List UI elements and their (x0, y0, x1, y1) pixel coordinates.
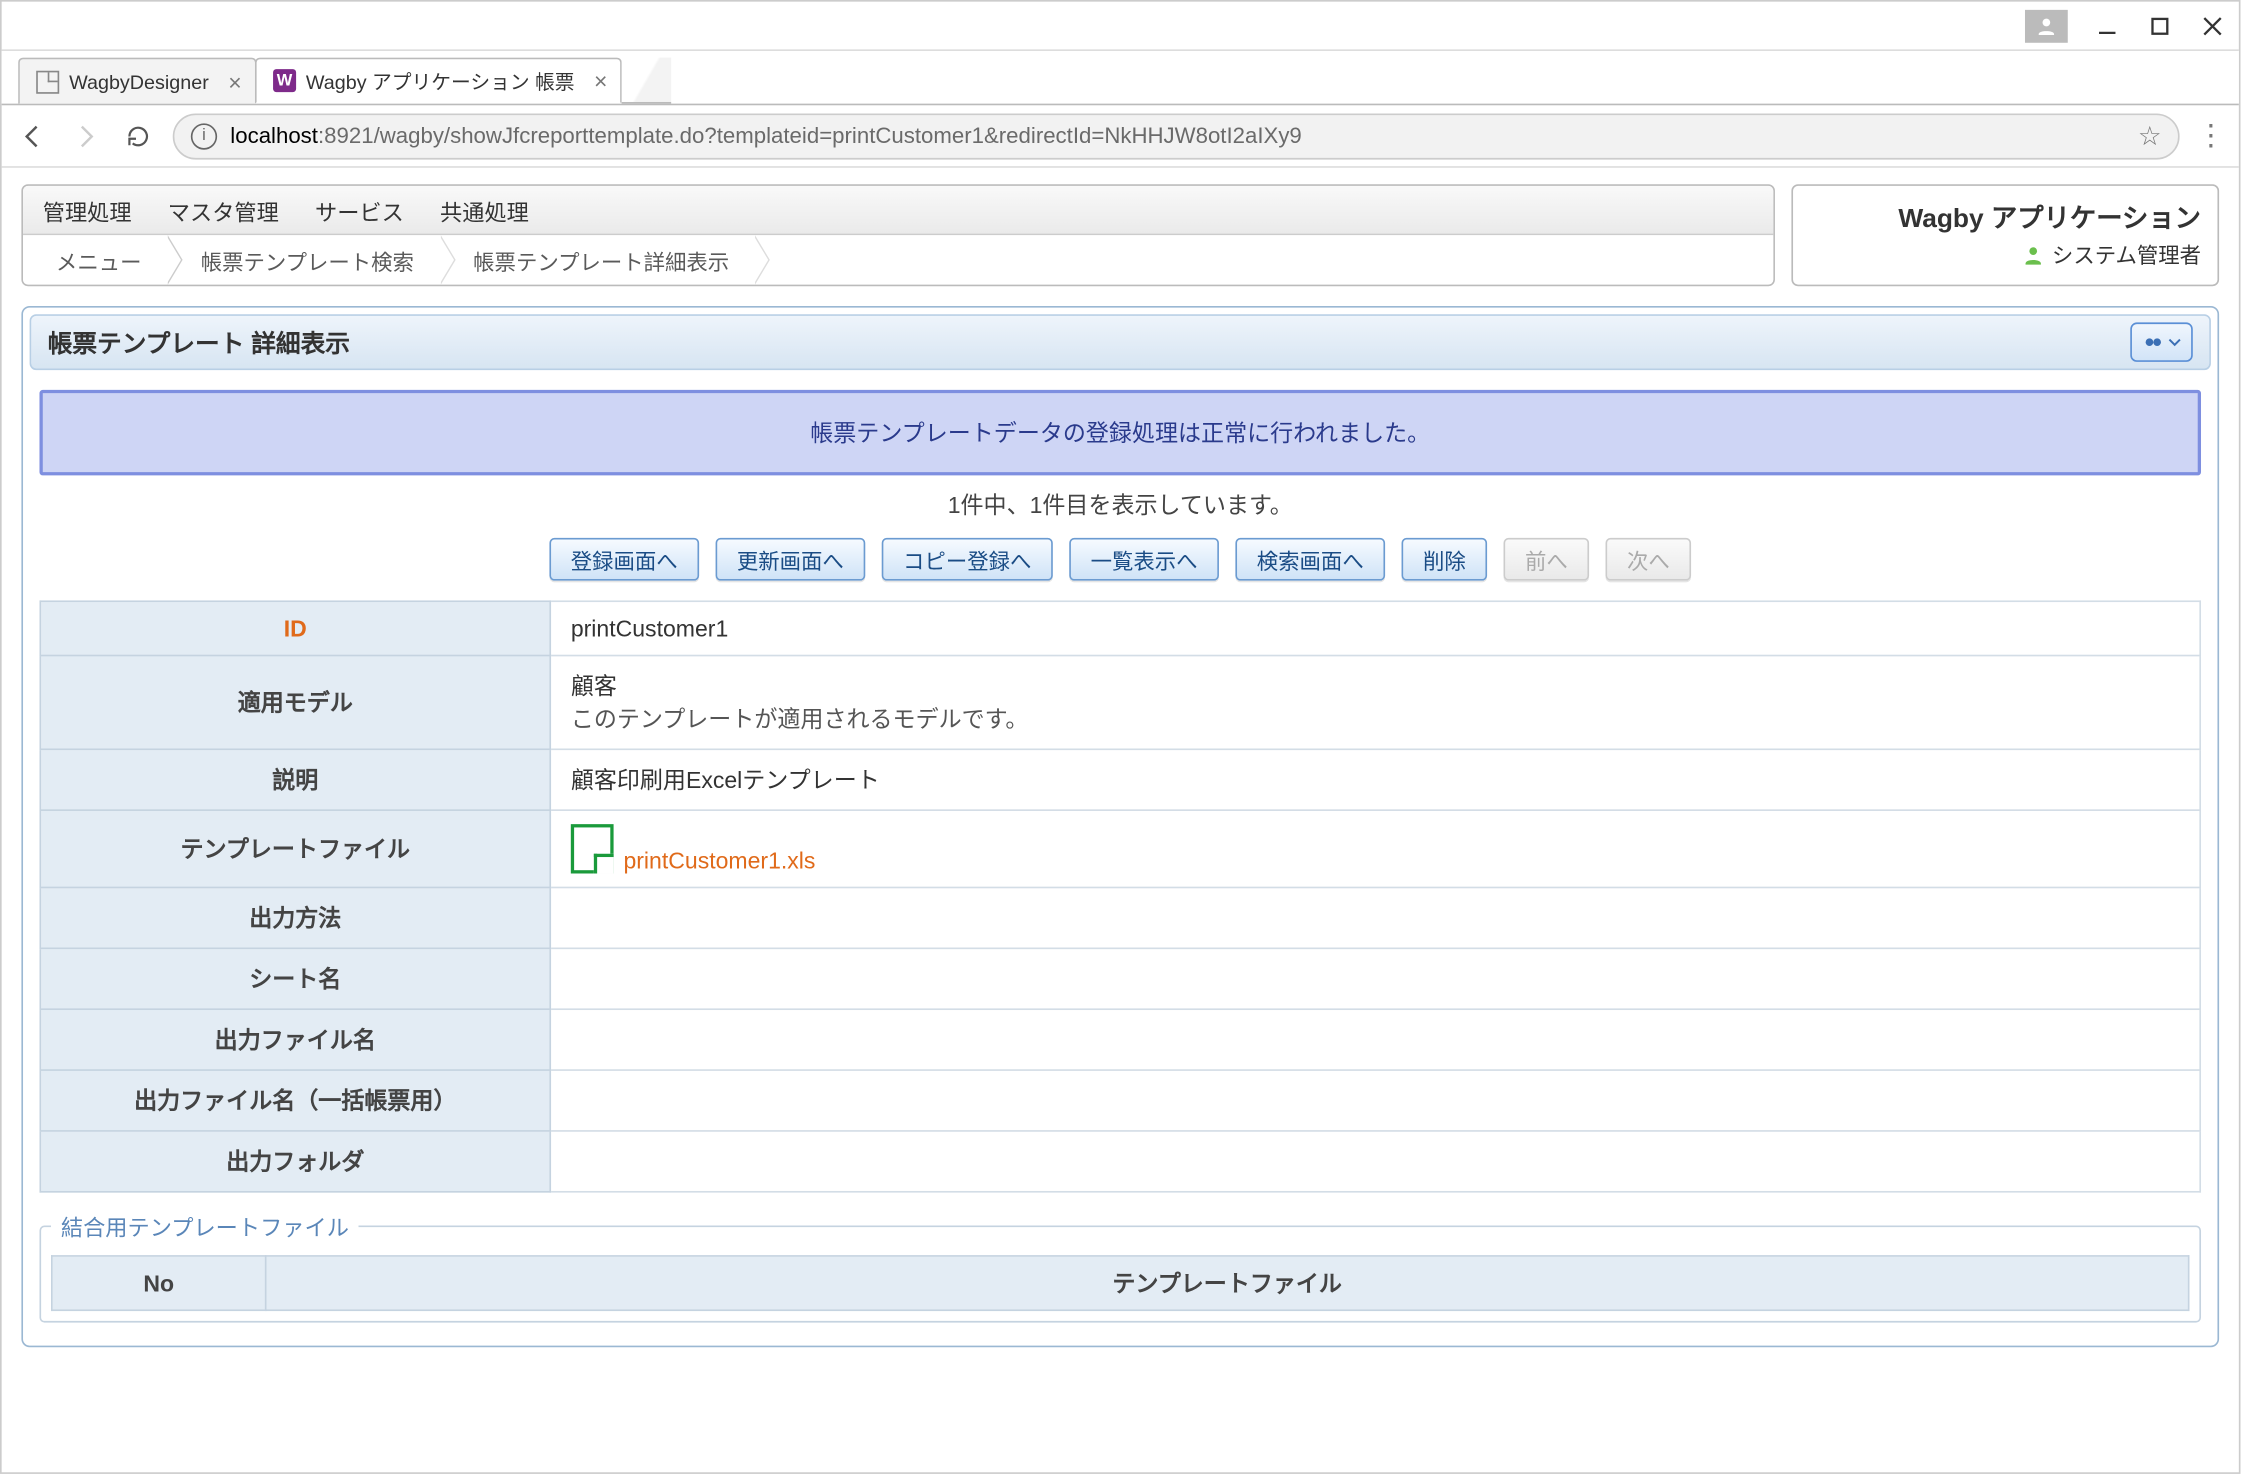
record-count: 1件中、1件目を表示しています。 (30, 489, 2211, 522)
label-outmethod: 出力方法 (40, 887, 550, 948)
close-window-button[interactable] (2186, 1, 2239, 50)
minimize-button[interactable] (2081, 1, 2134, 50)
template-file-link[interactable]: printCustomer1.xls (623, 847, 815, 873)
close-tab-icon[interactable]: × (594, 67, 607, 93)
bookmark-star-icon[interactable]: ☆ (2138, 119, 2162, 152)
browser-toolbar: i localhost:8921/wagby/showJfcreporttemp… (2, 105, 2239, 168)
value-id: printCustomer1 (550, 601, 2200, 655)
back-button[interactable] (15, 118, 51, 154)
breadcrumb-search[interactable]: 帳票テンプレート検索 (168, 235, 440, 284)
col-no: No (52, 1256, 266, 1310)
value-model: 顧客 このテンプレートが適用されるモデルです。 (550, 656, 2200, 750)
browser-menu-button[interactable]: ⋮ (2196, 118, 2226, 153)
detail-table: ID printCustomer1 適用モデル 顧客 このテンプレートが適用され… (39, 600, 2201, 1192)
prev-button: 前へ (1504, 538, 1590, 581)
browser-tabs: WagbyDesigner × W Wagby アプリケーション 帳票 × (2, 51, 2239, 105)
browser-tab-active[interactable]: W Wagby アプリケーション 帳票 × (255, 58, 622, 104)
breadcrumb: メニュー 帳票テンプレート検索 帳票テンプレート詳細表示 (23, 235, 1773, 284)
value-sheet (550, 948, 2200, 1009)
global-menu: 管理処理 マスタ管理 サービス 共通処理 (23, 186, 1773, 235)
label-template-file: テンプレートファイル (40, 810, 550, 887)
reload-button[interactable] (120, 118, 156, 154)
update-button[interactable]: 更新画面へ (715, 538, 865, 581)
current-user: システム管理者 (2052, 239, 2201, 270)
breadcrumb-menu[interactable]: メニュー (23, 235, 168, 284)
url-text: localhost:8921/wagby/showJfcreporttempla… (230, 123, 1301, 148)
document-icon (36, 70, 59, 93)
search-button[interactable]: 検索画面へ (1235, 538, 1385, 581)
maximize-button[interactable] (2134, 1, 2187, 50)
action-buttons: 登録画面へ 更新画面へ コピー登録へ 一覧表示へ 検索画面へ 削除 前へ 次へ (30, 538, 2211, 581)
panel-actions-button[interactable] (2130, 322, 2193, 361)
register-button[interactable]: 登録画面へ (549, 538, 699, 581)
close-tab-icon[interactable]: × (228, 68, 241, 94)
wagby-favicon-icon: W (273, 69, 296, 92)
menu-master[interactable]: マスタ管理 (168, 193, 279, 226)
list-button[interactable]: 一覧表示へ (1069, 538, 1219, 581)
label-sheet: シート名 (40, 948, 550, 1009)
label-outfolder: 出力フォルダ (40, 1131, 550, 1192)
value-outfile (550, 1009, 2200, 1070)
detail-panel: 帳票テンプレート 詳細表示 帳票テンプレートデータの登録処理は正常に行われました… (21, 306, 2219, 1347)
tab-title: Wagby アプリケーション 帳票 (306, 67, 575, 95)
app-title: Wagby アプリケーション (1810, 196, 2202, 235)
browser-tab-inactive[interactable]: WagbyDesigner × (18, 58, 256, 104)
copy-button[interactable]: コピー登録へ (882, 538, 1053, 581)
merge-table: No テンプレートファイル (51, 1255, 2189, 1311)
new-tab-area[interactable] (622, 58, 671, 104)
address-bar[interactable]: i localhost:8921/wagby/showJfcreporttemp… (173, 113, 2180, 159)
value-outfolder (550, 1131, 2200, 1192)
label-outfile-bulk: 出力ファイル名（一括帳票用） (40, 1070, 550, 1131)
delete-button[interactable]: 削除 (1402, 538, 1488, 581)
next-button: 次へ (1606, 538, 1692, 581)
file-icon (571, 824, 614, 873)
user-avatar-icon[interactable] (2025, 9, 2068, 42)
value-outmethod (550, 887, 2200, 948)
menu-common[interactable]: 共通処理 (440, 193, 529, 226)
success-message: 帳票テンプレートデータの登録処理は正常に行われました。 (39, 390, 2201, 476)
forward-button[interactable] (67, 118, 103, 154)
label-outfile: 出力ファイル名 (40, 1009, 550, 1070)
label-model: 適用モデル (40, 656, 550, 750)
window-titlebar (2, 2, 2239, 51)
app-identity-box: Wagby アプリケーション システム管理者 (1791, 184, 2219, 286)
tab-title: WagbyDesigner (69, 70, 209, 93)
app-header: 管理処理 マスタ管理 サービス 共通処理 メニュー 帳票テンプレート検索 帳票テ… (21, 184, 1775, 286)
label-id: ID (40, 601, 550, 655)
panel-title: 帳票テンプレート 詳細表示 (48, 325, 350, 360)
menu-service[interactable]: サービス (315, 193, 404, 226)
breadcrumb-current: 帳票テンプレート詳細表示 (440, 235, 755, 284)
value-template-file: printCustomer1.xls (550, 810, 2200, 887)
col-file: テンプレートファイル (266, 1256, 2189, 1310)
value-outfile-bulk (550, 1070, 2200, 1131)
merge-template-fieldset: 結合用テンプレートファイル No テンプレートファイル (39, 1209, 2201, 1323)
merge-legend: 結合用テンプレートファイル (51, 1209, 359, 1242)
label-desc: 説明 (40, 749, 550, 810)
menu-admin[interactable]: 管理処理 (43, 193, 132, 226)
value-desc: 顧客印刷用Excelテンプレート (550, 749, 2200, 810)
user-icon (2022, 243, 2045, 266)
site-info-icon[interactable]: i (191, 123, 217, 149)
